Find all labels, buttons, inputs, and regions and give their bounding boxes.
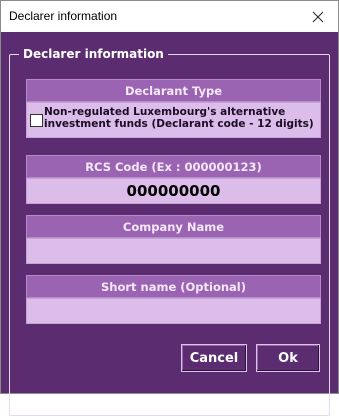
close-button[interactable] bbox=[298, 1, 338, 32]
window-title: Declarer information bbox=[9, 9, 118, 23]
groupbox-legend: Declarer information bbox=[19, 47, 168, 61]
dialog-window: Declarer information Declarer informatio… bbox=[0, 0, 339, 416]
short-name-field[interactable] bbox=[26, 298, 321, 324]
company-name-field[interactable] bbox=[26, 238, 321, 264]
declarant-code-checkbox[interactable] bbox=[30, 114, 43, 127]
rcs-code-header: RCS Code (Ex : 000000123) bbox=[26, 155, 321, 178]
company-name-header: Company Name bbox=[26, 215, 321, 238]
title-bar: Declarer information bbox=[1, 1, 338, 32]
dialog-body: Declarer information Declarant Type Non-… bbox=[1, 32, 338, 416]
declarant-code-checkbox-label: Non-regulated Luxembourg's alternative i… bbox=[44, 106, 314, 130]
short-name-header: Short name (Optional) bbox=[26, 275, 321, 298]
close-icon bbox=[312, 11, 324, 22]
rcs-code-field[interactable]: 000000000 bbox=[26, 178, 321, 204]
ok-button[interactable]: Ok bbox=[256, 344, 320, 372]
cancel-button[interactable]: Cancel bbox=[181, 344, 247, 372]
declarant-type-header: Declarant Type bbox=[26, 79, 321, 102]
declarant-type-option: Non-regulated Luxembourg's alternative i… bbox=[26, 102, 321, 138]
